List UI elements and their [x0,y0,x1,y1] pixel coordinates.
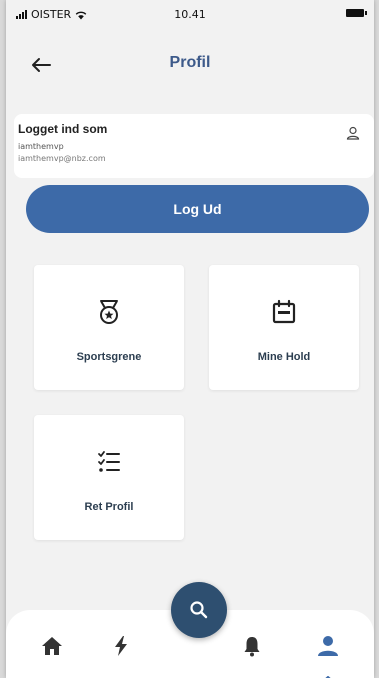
search-icon [190,601,208,619]
page-title: Profil [169,54,211,71]
header: Profil [6,44,374,84]
user-icon[interactable] [316,634,340,658]
logout-label: Log Ud [173,201,222,217]
lightning-icon[interactable] [109,634,133,658]
login-email: iamthemvp@nbz.com [18,154,106,163]
login-username: iamthemvp [18,142,64,151]
tile-sportsgrene[interactable]: Sportsgrene [34,265,184,390]
home-icon[interactable] [40,634,64,658]
status-time: 10.41 [174,8,206,21]
search-button[interactable] [171,582,227,638]
tile-mine-hold[interactable]: Mine Hold [209,265,359,390]
tile-label: Sportsgrene [76,351,142,363]
user-outline-icon [346,126,360,140]
login-card: Logget ind som iamthemvp iamthemvp@nbz.c… [14,114,374,178]
calendar-icon [272,299,296,324]
bell-icon[interactable] [240,634,264,658]
medal-icon [100,300,118,324]
phone-screen: OISTER 10.41 Profil Logget ind som iamth… [6,0,374,678]
tile-label: Mine Hold [257,351,311,363]
tile-label: Ret Profil [84,501,134,513]
status-bar: OISTER 10.41 [6,0,374,30]
login-heading: Logget ind som [18,122,108,136]
logout-button[interactable]: Log Ud [26,185,369,233]
battery-icon [346,9,367,17]
tile-ret-profil[interactable]: Ret Profil [34,415,184,540]
checklist-icon [98,451,120,472]
